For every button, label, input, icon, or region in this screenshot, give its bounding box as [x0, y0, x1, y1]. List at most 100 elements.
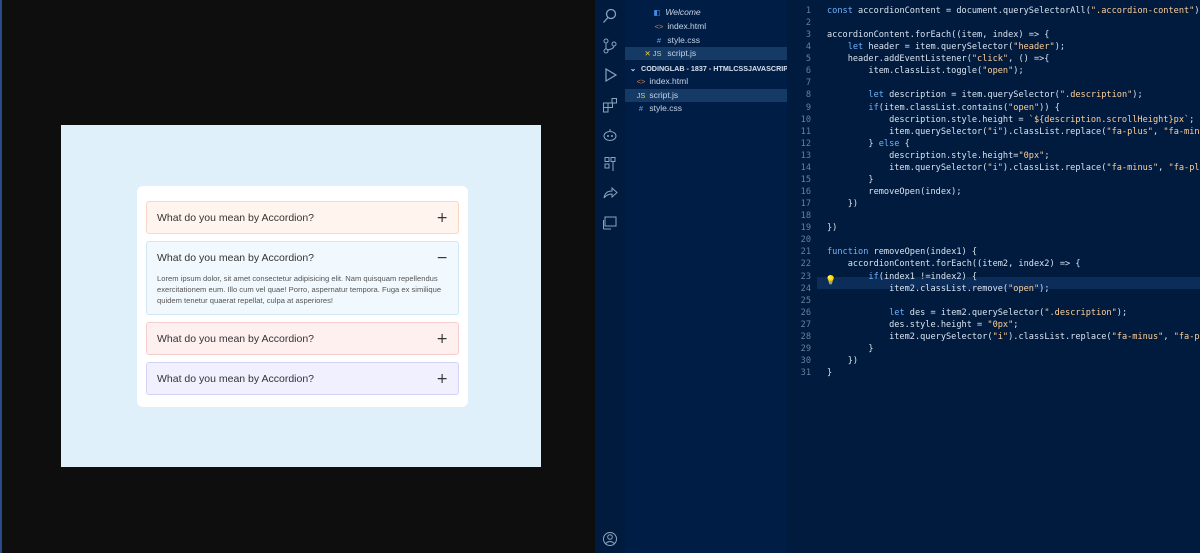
- preview-page: What do you mean by Accordion? + What do…: [61, 125, 541, 467]
- remote-window-icon[interactable]: [602, 215, 618, 231]
- open-editor-style-css[interactable]: # style.css: [625, 34, 787, 47]
- line-number: 3: [805, 30, 811, 41]
- code-line[interactable]: accordionContent.forEach((item, index) =…: [827, 30, 1049, 40]
- line-number: 17: [800, 199, 811, 210]
- line-number: 23: [800, 271, 811, 282]
- extensions-icon[interactable]: [602, 97, 618, 113]
- line-number: 8: [805, 90, 811, 101]
- open-editor-script-js[interactable]: ✕ JS script.js: [625, 47, 787, 60]
- plus-icon[interactable]: +: [436, 210, 448, 226]
- line-number: 7: [805, 78, 811, 89]
- line-number: 27: [800, 319, 811, 330]
- run-debug-icon[interactable]: [602, 67, 618, 83]
- line-number: 22: [800, 259, 811, 270]
- line-number: 19: [800, 223, 811, 234]
- code-line[interactable]: item2.classList.remove("open");: [827, 284, 1049, 294]
- line-number: 9: [805, 102, 811, 113]
- code-line[interactable]: removeOpen(index);: [827, 187, 961, 197]
- line-number: 16: [800, 187, 811, 198]
- code-line[interactable]: if(index1 !=index2) {: [827, 272, 977, 282]
- line-number: 1: [805, 6, 811, 16]
- plus-icon[interactable]: +: [436, 371, 448, 387]
- line-number: 31: [800, 368, 811, 379]
- line-number: 4: [805, 42, 811, 53]
- account-icon[interactable]: [602, 531, 618, 547]
- code-line[interactable]: header.addEventListener("click", () =>{: [827, 54, 1050, 64]
- code-line[interactable]: description.style.height = `${descriptio…: [827, 115, 1194, 125]
- vscode-icon: ◧: [653, 8, 661, 17]
- line-number: 30: [800, 356, 811, 367]
- file-style-css[interactable]: # style.css: [625, 102, 787, 115]
- accordion-item-2[interactable]: What do you mean by Accordion? − Lorem i…: [146, 241, 459, 315]
- file-name: index.html: [667, 21, 707, 31]
- code-line[interactable]: des.style.height = "0px";: [827, 320, 1018, 330]
- accordion-title: What do you mean by Accordion?: [157, 211, 315, 224]
- close-icon[interactable]: ✕ JS: [641, 47, 665, 60]
- line-number: 29: [800, 343, 811, 354]
- code-line[interactable]: accordionContent.forEach((item2, index2)…: [827, 259, 1081, 269]
- line-number: 14: [800, 162, 811, 173]
- code-line[interactable]: item.classList.toggle("open");: [827, 66, 1023, 76]
- code-line[interactable]: let des = item2.querySelector(".descript…: [827, 308, 1127, 318]
- file-name: index.html: [649, 76, 689, 86]
- code-line[interactable]: item.querySelector("i").classList.replac…: [827, 127, 1200, 137]
- open-editor-welcome[interactable]: ◧ Welcome: [625, 6, 787, 19]
- plus-icon[interactable]: +: [436, 331, 448, 347]
- folder-header[interactable]: ⌄ CODINGLAB - 1837 - HTMLCSSJAVASCRIPT..…: [625, 62, 787, 75]
- file-name: script.js: [649, 90, 679, 100]
- code-line[interactable]: item2.querySelector("i").classList.repla…: [827, 332, 1200, 342]
- css-file-icon: #: [638, 104, 644, 113]
- code-line[interactable]: }: [827, 368, 832, 378]
- remote-explorer-icon[interactable]: [602, 127, 618, 143]
- code-line[interactable]: item.querySelector("i").classList.replac…: [827, 163, 1200, 173]
- file-name: style.css: [667, 35, 700, 45]
- code-line[interactable]: function removeOpen(index1) {: [827, 247, 977, 257]
- file-name: Welcome: [665, 7, 701, 17]
- minus-icon[interactable]: −: [436, 250, 448, 266]
- share-icon[interactable]: [602, 185, 618, 201]
- accordion-header[interactable]: What do you mean by Accordion? −: [147, 242, 458, 273]
- accordion-title: What do you mean by Accordion?: [157, 332, 315, 345]
- code-line[interactable]: const accordionContent = document.queryS…: [827, 6, 1200, 16]
- code-line[interactable]: if(item.classList.contains("open")) {: [827, 103, 1059, 113]
- file-index-html[interactable]: <> index.html: [625, 75, 787, 88]
- testing-icon[interactable]: [602, 156, 618, 172]
- line-number: 18: [800, 211, 811, 222]
- code-line[interactable]: }): [827, 223, 837, 233]
- search-icon[interactable]: [602, 8, 618, 24]
- js-file-icon: JS: [636, 91, 646, 100]
- file-script-js[interactable]: JS script.js: [625, 89, 787, 102]
- explorer-panel: ◧ Welcome <> index.html # style.css ✕ JS…: [625, 0, 787, 553]
- accordion-header[interactable]: What do you mean by Accordion? +: [147, 363, 458, 394]
- line-number: 13: [800, 150, 811, 161]
- code-line[interactable]: description.style.height="0px";: [827, 151, 1049, 161]
- accordion-description: Lorem ipsum dolor, sit amet consectetur …: [157, 274, 442, 305]
- code-line[interactable]: }): [827, 199, 858, 209]
- code-line[interactable]: }: [827, 344, 873, 354]
- accordion-header[interactable]: What do you mean by Accordion? +: [147, 323, 458, 354]
- code-line[interactable]: } else {: [827, 139, 909, 149]
- accordion-card: What do you mean by Accordion? + What do…: [137, 186, 468, 407]
- accordion-item-3[interactable]: What do you mean by Accordion? +: [146, 322, 459, 355]
- browser-preview-pane: What do you mean by Accordion? + What do…: [0, 0, 595, 553]
- accordion-title: What do you mean by Accordion?: [157, 251, 315, 264]
- folder-name: CODINGLAB - 1837 - HTMLCSSJAVASCRIPT...: [641, 64, 787, 73]
- line-number: 25: [800, 295, 811, 306]
- code-line[interactable]: }): [827, 356, 858, 366]
- code-line[interactable]: let header = item.querySelector("header"…: [827, 42, 1065, 52]
- accordion-item-1[interactable]: What do you mean by Accordion? +: [146, 201, 459, 234]
- code-editor[interactable]: 💡 1 2 3 4 5 6 7 8 9 10 11 12 13 14 15 16 17 18 19 20 21 22 23 2…: [787, 0, 1200, 553]
- line-number: 21: [800, 247, 811, 258]
- source-control-icon[interactable]: [602, 38, 618, 54]
- accordion-title: What do you mean by Accordion?: [157, 372, 315, 385]
- file-name: script.js: [667, 48, 697, 58]
- activity-bar: [595, 0, 625, 553]
- code-line[interactable]: let description = item.querySelector(".d…: [827, 90, 1142, 100]
- accordion-item-4[interactable]: What do you mean by Accordion? +: [146, 362, 459, 395]
- line-number: 24: [800, 283, 811, 294]
- chevron-down-icon[interactable]: ⌄: [627, 62, 639, 75]
- line-number: 20: [800, 235, 811, 246]
- accordion-header[interactable]: What do you mean by Accordion? +: [147, 202, 458, 233]
- open-editor-index-html[interactable]: <> index.html: [625, 20, 787, 33]
- code-line[interactable]: }: [827, 175, 873, 185]
